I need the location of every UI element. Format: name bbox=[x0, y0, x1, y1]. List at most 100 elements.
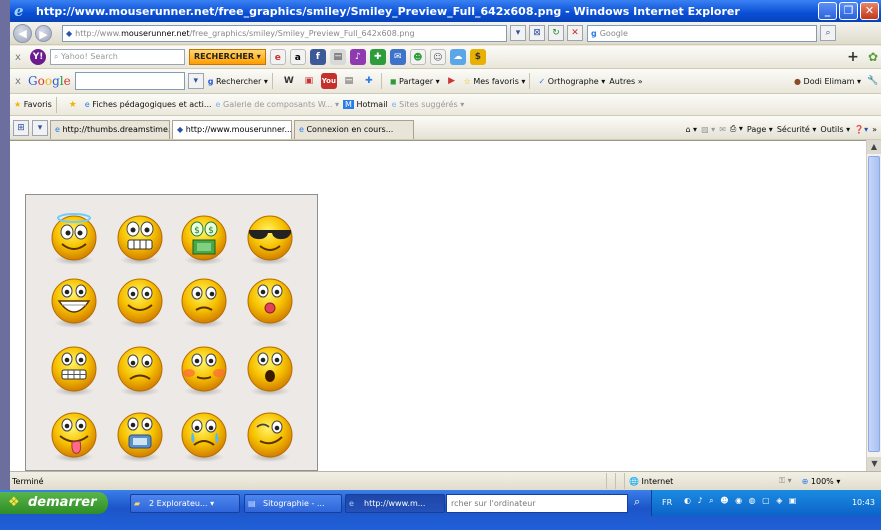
google-search-label: Rechercher bbox=[215, 76, 262, 86]
taskbar-item[interactable]: ▰ 2 Explorateu... ▾ bbox=[130, 494, 240, 513]
more-icon[interactable]: » bbox=[872, 125, 877, 134]
ebay-icon[interactable]: e bbox=[269, 49, 286, 65]
share-button[interactable]: ◼ Partager ▾ bbox=[390, 77, 440, 86]
wrench-icon[interactable]: 🔧 bbox=[865, 73, 881, 89]
compat-view-icon[interactable]: ⊠ bbox=[529, 25, 545, 41]
search-box[interactable]: g Google bbox=[587, 24, 817, 42]
vertical-scrollbar[interactable]: ▲ ▼ bbox=[866, 140, 881, 471]
taskbar-item[interactable]: ▤ Sitographie - ... bbox=[244, 494, 342, 513]
user-name: Dodi Elimam bbox=[803, 76, 855, 86]
language-indicator[interactable]: FR bbox=[662, 498, 672, 507]
zoom-icon: ⊕ bbox=[801, 476, 809, 486]
scroll-thumb[interactable] bbox=[868, 156, 880, 452]
user-account-button[interactable]: ● Dodi Elimam ▾ bbox=[794, 77, 861, 86]
scroll-down-icon[interactable]: ▼ bbox=[867, 457, 881, 471]
desktop-search-input[interactable]: rcher sur l'ordinateur bbox=[446, 494, 628, 513]
answers-icon[interactable]: ☺ bbox=[429, 49, 446, 65]
music-icon[interactable]: ♪ bbox=[349, 49, 366, 65]
favorite-link[interactable]: e Sites suggérés ▾ bbox=[392, 100, 465, 109]
tools-menu[interactable]: Outils ▾ bbox=[820, 125, 850, 134]
home-icon[interactable]: ⌂ ▾ bbox=[685, 125, 697, 134]
ie-tab-icon: e bbox=[299, 125, 304, 134]
add-favorite-icon[interactable]: ★ bbox=[65, 97, 81, 113]
rechercher-button[interactable]: RECHERCHER ▾ bbox=[189, 49, 266, 65]
zone-label: Internet bbox=[641, 476, 674, 486]
taskbar-item-label: http://www.m... bbox=[364, 499, 426, 508]
favorite-link[interactable]: e Fiches pédagogiques et acti... bbox=[85, 100, 212, 109]
bookmarks-icon[interactable]: ▣ bbox=[301, 73, 317, 89]
quick-tabs-icon[interactable]: ⊞ bbox=[13, 120, 29, 136]
address-dropdown-button[interactable]: ▾ bbox=[510, 25, 526, 41]
translate-icon[interactable]: ✚ bbox=[361, 73, 377, 89]
google-dropdown-button[interactable]: ▾ bbox=[187, 73, 204, 89]
sidewiki-icon[interactable]: ▶ bbox=[444, 73, 460, 89]
close-google-toolbar-icon[interactable]: x bbox=[10, 76, 26, 87]
smiley-grid: $ $ bbox=[51, 213, 293, 462]
help-icon[interactable]: ❓▾ bbox=[854, 125, 868, 134]
tab-active[interactable]: ◆ http://www.mouserunner.... ✕ bbox=[172, 120, 292, 139]
status-text: Terminé bbox=[12, 476, 44, 486]
share-icon: ◼ bbox=[389, 76, 397, 86]
zoom-control[interactable]: ⊕ 100% ▾ bbox=[802, 477, 841, 486]
close-toolbar-icon[interactable]: x bbox=[10, 52, 26, 63]
yahoo-logo-icon[interactable]: Y! bbox=[30, 49, 46, 65]
protected-mode-icon[interactable]: ⚿ ▾ bbox=[779, 476, 792, 486]
forward-button[interactable]: ▶ bbox=[35, 24, 52, 42]
favorite-link[interactable]: e Galerie de composants W... ▾ bbox=[216, 100, 339, 109]
minimize-button[interactable]: _ bbox=[818, 2, 837, 20]
tab-list-icon[interactable]: ▾ bbox=[32, 120, 48, 136]
tab[interactable]: e Connexion en cours... bbox=[294, 120, 414, 139]
teeth-smiley-icon bbox=[51, 346, 97, 396]
youtube-icon[interactable]: You bbox=[320, 73, 337, 89]
favorite-link[interactable]: M Hotmail bbox=[343, 100, 388, 109]
desktop-search-placeholder: rcher sur l'ordinateur bbox=[451, 499, 536, 508]
print-icon[interactable]: ⎙ ▾ bbox=[730, 124, 743, 134]
address-bar-row: ◀ ▶ ◆ http://www. mouserunner.net/free_gr… bbox=[10, 22, 881, 45]
wiki-icon[interactable]: W bbox=[281, 73, 297, 89]
security-menu[interactable]: Sécurité ▾ bbox=[777, 125, 817, 134]
feeds-icon[interactable]: ▨ ▾ bbox=[701, 125, 715, 134]
favorites-label: Favoris bbox=[23, 100, 52, 109]
search-magnifier-icon[interactable]: ⌕ bbox=[634, 495, 640, 509]
yahoo-search-input[interactable]: ⌕ Yahoo! Search bbox=[50, 49, 185, 65]
my-favorites-button[interactable]: ☆ Mes favoris ▾ bbox=[464, 77, 526, 86]
blush-smiley-icon bbox=[181, 346, 227, 396]
close-button[interactable]: ✕ bbox=[860, 2, 879, 20]
news-icon[interactable]: ▤ bbox=[329, 49, 346, 65]
page-icon[interactable]: ▤ bbox=[341, 73, 357, 89]
search-go-icon[interactable]: ⌕ bbox=[820, 25, 836, 41]
taskbar-item-active[interactable]: e http://www.m... bbox=[345, 494, 445, 513]
windows-logo-icon: ❖ bbox=[8, 495, 20, 510]
hotmail-icon: M bbox=[343, 100, 354, 109]
amazon-icon[interactable]: a bbox=[289, 49, 306, 65]
others-button[interactable]: Autres » bbox=[609, 77, 642, 86]
games-icon[interactable]: ✚ bbox=[369, 49, 386, 65]
finance-icon[interactable]: $ bbox=[469, 49, 486, 65]
refresh-icon[interactable]: ↻ bbox=[548, 25, 564, 41]
spelling-button[interactable]: ✓ Orthographe ▾ bbox=[538, 77, 605, 86]
facebook-icon[interactable]: f bbox=[309, 49, 326, 65]
ie-logo-icon: e bbox=[14, 2, 24, 20]
ie-page-icon: e bbox=[391, 100, 397, 109]
url-path: /free_graphics/smiley/Smiley_Preview_Ful… bbox=[189, 28, 415, 38]
tray-icons[interactable]: ◐ ♪ ⌕ ☻ ◉ ◍ ▢ ◈ ▣ bbox=[684, 496, 798, 506]
read-mail-icon[interactable]: ✉ bbox=[719, 125, 726, 134]
stop-icon[interactable]: ✕ bbox=[567, 25, 583, 41]
google-search-button[interactable]: g Rechercher ▾ bbox=[208, 77, 268, 86]
scroll-up-icon[interactable]: ▲ bbox=[867, 140, 881, 154]
restore-button[interactable]: ❐ bbox=[839, 2, 858, 20]
messenger-icon[interactable]: ☻ bbox=[409, 49, 426, 65]
weather-icon[interactable]: ☁ bbox=[449, 49, 466, 65]
tab[interactable]: e http://thumbs.dreamstime.c... bbox=[50, 120, 170, 139]
title-bar[interactable]: e http://www.mouserunner.net/free_graphi… bbox=[10, 0, 881, 22]
mail-icon[interactable]: ✉ bbox=[389, 49, 406, 65]
page-menu-label: Page bbox=[746, 125, 767, 134]
page-menu[interactable]: Page ▾ bbox=[747, 125, 773, 134]
google-search-input[interactable] bbox=[74, 72, 185, 90]
favorites-button[interactable]: ★ Favoris bbox=[14, 100, 52, 109]
add-button-icon[interactable]: + bbox=[845, 49, 861, 65]
start-button[interactable]: ❖ demarrer bbox=[0, 492, 108, 514]
settings-icon[interactable]: ✿ bbox=[865, 49, 881, 65]
back-button[interactable]: ◀ bbox=[13, 23, 32, 43]
address-field[interactable]: ◆ http://www. mouserunner.net/free_graphi… bbox=[62, 24, 507, 42]
